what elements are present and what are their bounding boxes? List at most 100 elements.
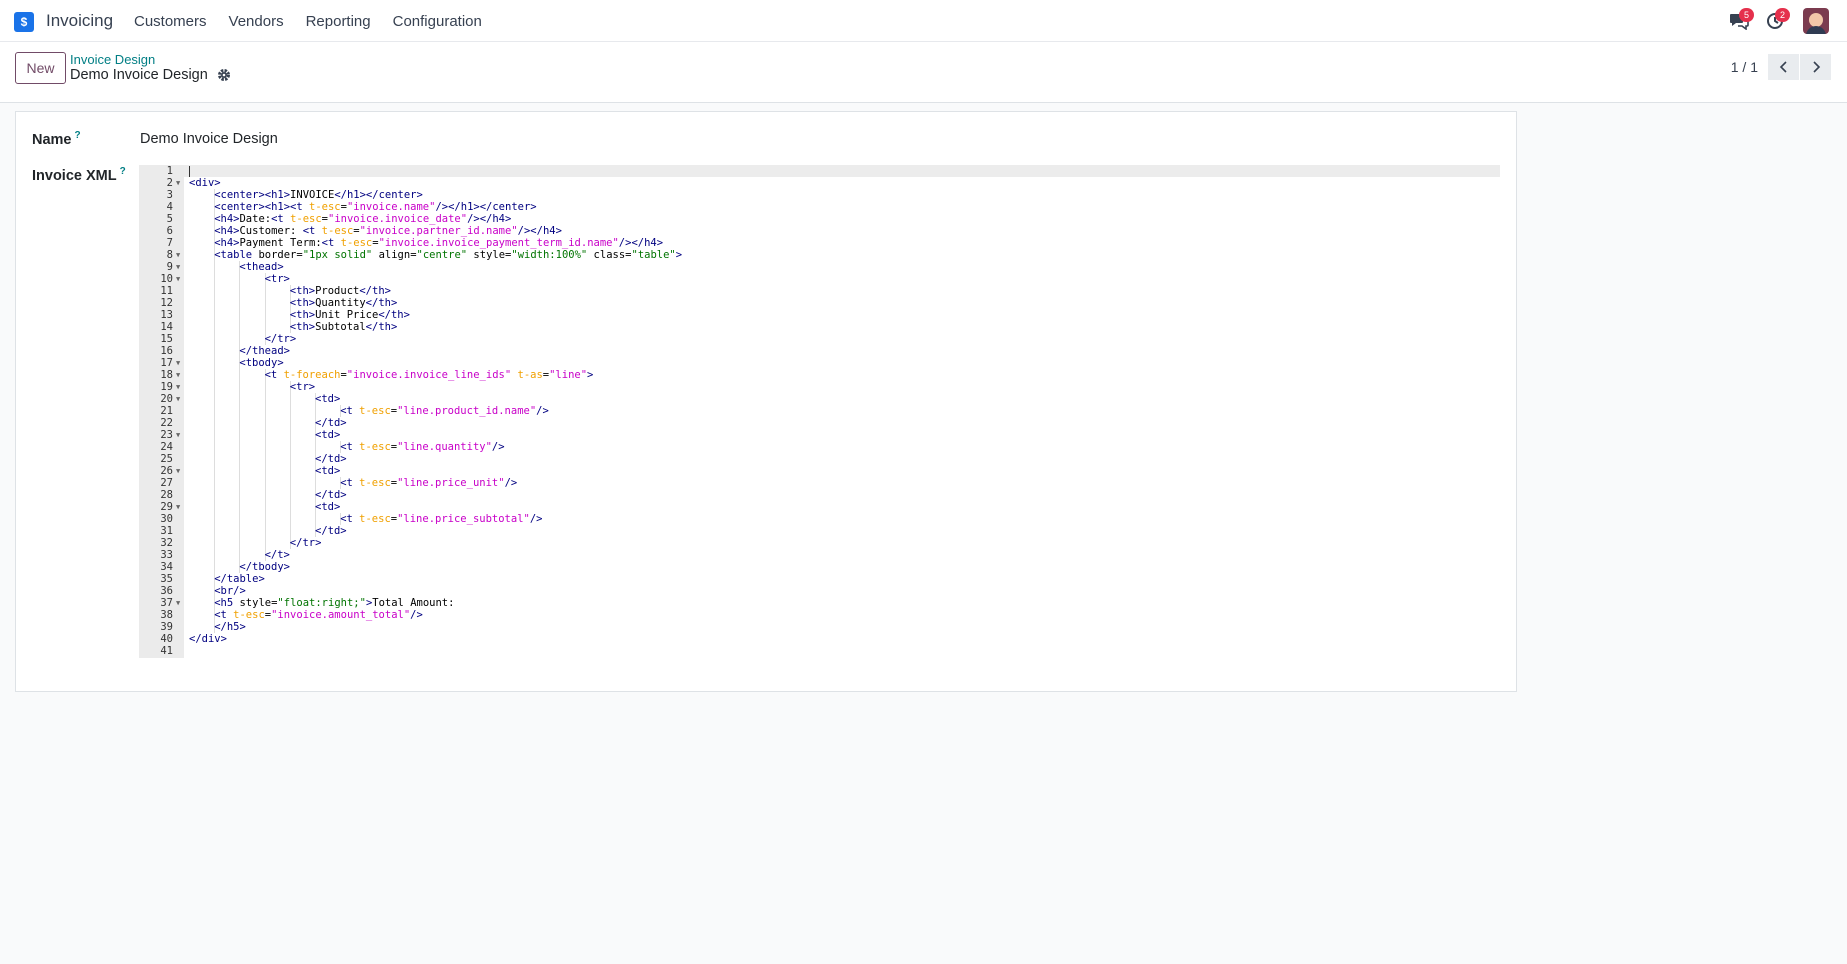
fold-toggle-icon[interactable]: ▼ [176, 597, 180, 609]
invoice-xml-code-editor[interactable]: 1 2 ▼ <div> 3 <center><h1>INVOICE</h1></cente… [139, 165, 1500, 658]
code-text: <t t-esc="line.product_id.name"/> [340, 405, 549, 417]
code-token: style [239, 597, 272, 609]
code-line: 4 <center><h1><t t-esc="invoice.name"/></… [139, 201, 1500, 213]
code-token: </td> [315, 453, 347, 465]
fold-toggle-icon[interactable]: ▼ [176, 381, 180, 393]
code-token: <td> [315, 393, 341, 405]
invoicing-app-icon[interactable]: $ [14, 12, 36, 34]
line-number: 18 [160, 369, 173, 381]
code-line: 8 ▼ <table border="1px solid" align="centr… [139, 249, 1500, 261]
menu-reporting[interactable]: Reporting [306, 13, 371, 30]
code-text: </td> [315, 453, 347, 465]
invoice-xml-help-tooltip[interactable]: ? [120, 166, 126, 177]
code-token: "table" [631, 249, 676, 261]
new-button[interactable]: New [15, 52, 66, 84]
menu-vendors[interactable]: Vendors [229, 13, 284, 30]
indent-guide [214, 405, 216, 417]
name-help-tooltip[interactable]: ? [75, 130, 81, 141]
line-number: 12 [160, 297, 173, 309]
code-text: <h4>Customer: <t t-esc="invoice.partner_… [214, 225, 562, 237]
gear-icon[interactable] [217, 68, 231, 82]
fold-toggle-icon[interactable]: ▼ [176, 393, 180, 405]
code-line: 3 <center><h1>INVOICE</h1></center> [139, 189, 1500, 201]
code-line: 14 <th>Subtotal</th> [139, 321, 1500, 333]
code-line: 11 <th>Product</th> [139, 285, 1500, 297]
name-field[interactable]: Demo Invoice Design [140, 131, 278, 147]
record-title: Demo Invoice Design [70, 67, 231, 83]
indent-guide [289, 393, 291, 405]
indent-guide [239, 285, 241, 297]
activities-button[interactable]: 2 [1757, 0, 1793, 42]
indent-guide [264, 285, 266, 297]
indent-guide [264, 501, 266, 513]
fold-toggle-icon[interactable]: ▼ [176, 357, 180, 369]
code-text: </td> [315, 525, 347, 537]
fold-toggle-icon[interactable]: ▼ [176, 429, 180, 441]
code-token: <t [340, 441, 360, 453]
indent-guide [239, 381, 241, 393]
indent-guide [239, 417, 241, 429]
menu-configuration[interactable]: Configuration [393, 13, 482, 30]
line-number: 35 [160, 573, 173, 585]
menu-customers[interactable]: Customers [134, 13, 207, 30]
fold-toggle-icon[interactable]: ▼ [176, 273, 180, 285]
form-sheet: Name? Demo Invoice Design Invoice XML? 1… [15, 111, 1517, 692]
code-token: INVOICE [290, 189, 335, 201]
indent-guide [214, 537, 216, 549]
breadcrumb-invoice-design[interactable]: Invoice Design [70, 52, 155, 67]
code-token: <th> [289, 321, 316, 333]
code-text: </td> [315, 417, 347, 429]
editor-code-lines[interactable]: 1 2 ▼ <div> 3 <center><h1>INVOICE</h1></cente… [139, 165, 1500, 657]
code-token: <td> [315, 465, 341, 477]
code-line: 9 ▼ <thead> [139, 261, 1500, 273]
indent-guide [264, 537, 266, 549]
indent-guide [239, 333, 241, 345]
indent-guide [264, 453, 266, 465]
indent-guide [289, 453, 291, 465]
line-number: 19 [160, 381, 173, 393]
code-token: <t [302, 225, 322, 237]
indent-guide [239, 477, 241, 489]
code-token: <h4> [214, 213, 240, 225]
fold-toggle-icon[interactable]: ▼ [176, 465, 180, 477]
indent-guide [264, 309, 266, 321]
code-token: t-esc [359, 441, 391, 453]
line-number: 24 [160, 441, 173, 453]
code-token: <t [340, 405, 360, 417]
code-line: 34 </tbody> [139, 561, 1500, 573]
code-text: <th>Product</th> [290, 285, 391, 297]
indent-guide [239, 489, 241, 501]
messages-button[interactable]: 5 [1721, 0, 1757, 42]
code-token: t-esc [290, 213, 322, 225]
pager-value[interactable]: 1 / 1 [1731, 59, 1758, 75]
app-name[interactable]: Invoicing [46, 11, 113, 31]
user-avatar[interactable] [1803, 8, 1829, 34]
code-token: "invoice.invoice_date" [328, 213, 468, 225]
code-line: 35 </table> [139, 573, 1500, 585]
code-line: 37 ▼ <h5 style="float:right;">Total Amount… [139, 597, 1500, 609]
indent-guide [214, 429, 216, 441]
code-token: <h4> [214, 237, 240, 249]
pager-next-button[interactable] [1800, 54, 1831, 80]
fold-toggle-icon[interactable]: ▼ [176, 261, 180, 273]
indent-guide [264, 525, 266, 537]
code-line: 36 <br/> [139, 585, 1500, 597]
fold-toggle-icon[interactable]: ▼ [176, 177, 180, 189]
indent-guide [289, 477, 291, 489]
indent-guide [214, 501, 216, 513]
line-number: 23 [160, 429, 173, 441]
fold-toggle-icon[interactable]: ▼ [176, 501, 180, 513]
fold-toggle-icon[interactable]: ▼ [176, 249, 180, 261]
code-token: Total Amount: [372, 597, 455, 609]
code-line: 23 ▼ <td> [139, 429, 1500, 441]
code-token: "invoice.invoice_payment_term_id.name" [378, 237, 619, 249]
main-menu: Customers Vendors Reporting Configuratio… [134, 0, 504, 42]
fold-toggle-icon[interactable]: ▼ [176, 369, 180, 381]
indent-guide [239, 297, 241, 309]
line-number: 38 [160, 609, 173, 621]
pager-previous-button[interactable] [1768, 54, 1799, 80]
indent-guide [289, 417, 291, 429]
code-line: 38 <t t-esc="invoice.amount_total"/> [139, 609, 1500, 621]
code-text: <br/> [214, 585, 246, 597]
code-token: /></h1></center> [435, 201, 537, 213]
